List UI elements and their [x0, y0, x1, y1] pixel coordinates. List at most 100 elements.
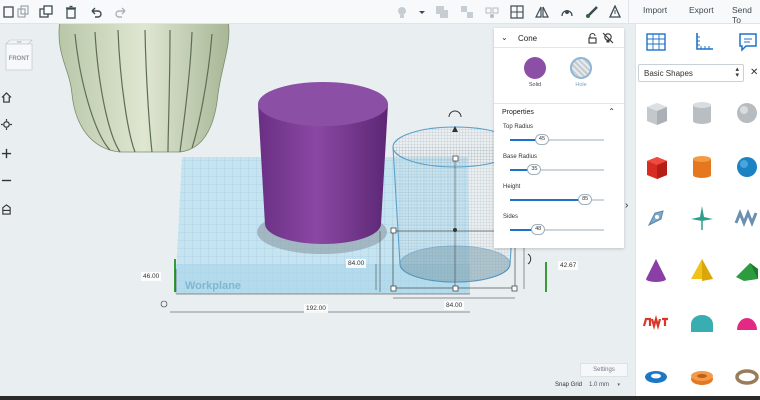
prop-label: Sides	[503, 214, 519, 220]
prop-sides: Sides 48	[494, 212, 624, 242]
slider-value[interactable]: 48	[531, 224, 546, 235]
roof-shape[interactable]	[686, 202, 718, 234]
prop-top-radius: Top Radius 45	[494, 122, 624, 152]
resize-handle[interactable]	[390, 285, 397, 292]
box-shape[interactable]	[640, 150, 672, 182]
slider-value[interactable]: 35	[527, 164, 542, 175]
select-arrows-icon: ▴ ▾	[735, 66, 739, 79]
sphere-hole-shape[interactable]	[731, 96, 760, 128]
dim-cone-height[interactable]: 42.67	[558, 261, 579, 270]
close-icon[interactable]: ✕	[750, 67, 760, 79]
hide-bulb-icon[interactable]	[602, 32, 614, 44]
slider-track[interactable]: 45	[510, 134, 604, 145]
zoom-in-icon[interactable]	[0, 146, 12, 160]
group-icon[interactable]	[433, 3, 451, 21]
trash-icon[interactable]	[62, 3, 80, 21]
chevron-down-icon[interactable]	[413, 3, 431, 21]
export-button[interactable]: Export	[689, 5, 714, 15]
ungroup-icon[interactable]	[458, 3, 476, 21]
home-view-icon[interactable]	[0, 90, 12, 104]
toolbar-divider	[628, 0, 629, 24]
align-icon[interactable]	[483, 3, 501, 21]
ring-shape[interactable]	[731, 360, 760, 392]
view-cube[interactable]: TOP FRONT	[2, 38, 34, 76]
text-3d-shape[interactable]	[640, 307, 672, 339]
notes-icon[interactable]	[606, 3, 624, 21]
align-grid-icon[interactable]	[508, 3, 526, 21]
import-button[interactable]: Import	[643, 5, 667, 15]
dim-inner-width[interactable]: 84.00	[346, 259, 367, 268]
slider-track[interactable]: 85	[510, 194, 604, 205]
duplicate-icon[interactable]	[37, 3, 55, 21]
redo-icon[interactable]	[112, 3, 130, 21]
solid-swatch[interactable]	[524, 57, 546, 79]
send-to-button[interactable]: Send To	[732, 5, 760, 25]
slider-value[interactable]: 85	[578, 194, 593, 205]
dimension-toggle-icon[interactable]	[160, 300, 168, 308]
rotate-handle-icon[interactable]	[448, 110, 462, 118]
dim-height-left[interactable]: 46.00	[141, 272, 162, 281]
slider-track[interactable]: 35	[510, 164, 604, 175]
hole-swatch[interactable]	[570, 57, 592, 79]
solid-hole-toggle: Solid Hole	[494, 48, 624, 104]
snap-grid-select[interactable]: 1.0 mm ▾	[586, 379, 626, 392]
ruler-icon[interactable]	[583, 3, 601, 21]
workplane-mode-icon[interactable]	[644, 30, 668, 54]
chevron-up-icon[interactable]: ⌃	[608, 107, 615, 116]
collapse-chevron-icon[interactable]: ⌄	[501, 33, 508, 42]
properties-section-header[interactable]: Properties ⌃	[494, 104, 624, 122]
pyramid-shape[interactable]	[686, 254, 718, 286]
scribble-shape[interactable]	[640, 202, 672, 234]
text-shape[interactable]	[731, 202, 760, 234]
resize-handle[interactable]	[390, 227, 397, 234]
torus-shape[interactable]	[640, 360, 672, 392]
vase-model[interactable]	[58, 19, 230, 153]
half-cylinder-shape[interactable]	[686, 307, 718, 339]
cone-shape[interactable]	[640, 254, 672, 286]
mirror-icon[interactable]	[533, 3, 551, 21]
lock-icon[interactable]	[586, 32, 598, 44]
center-handle[interactable]	[453, 228, 457, 232]
slider-track[interactable]: 48	[510, 224, 604, 235]
cylinder-shape[interactable]	[686, 150, 718, 182]
dim-cone-width[interactable]: 84.00	[444, 301, 465, 310]
lightbulb-icon[interactable]	[393, 3, 411, 21]
prop-label: Base Radius	[503, 154, 538, 160]
ruler-mode-icon[interactable]	[692, 30, 716, 54]
shape-category-select[interactable]: Basic Shapes ▴ ▾	[638, 64, 744, 82]
shape-inspector: ⌄ Cone Solid Hole Properties ⌃ Top Radiu…	[494, 28, 624, 248]
notes-mode-icon[interactable]	[736, 30, 760, 54]
tube-shape[interactable]	[686, 360, 718, 392]
viewcube-top-label: TOP	[16, 41, 21, 44]
settings-button[interactable]: Settings	[580, 363, 628, 377]
resize-handle[interactable]	[452, 285, 459, 292]
sphere-shape[interactable]	[731, 150, 760, 182]
undo-icon[interactable]	[87, 3, 105, 21]
property-fields: Top Radius 45 Base Radius 35 Height 85 S…	[494, 122, 624, 242]
viewcube-front-label: FRONT	[9, 56, 30, 62]
snap-grid-value: 1.0 mm	[589, 382, 610, 388]
paraboloid-shape[interactable]	[731, 307, 760, 339]
zoom-out-icon[interactable]	[0, 173, 12, 187]
prop-label: Height	[503, 184, 521, 190]
box-hole-shape[interactable]	[640, 96, 672, 128]
slider-value[interactable]: 45	[534, 134, 549, 145]
fit-view-icon[interactable]	[0, 117, 12, 131]
height-handle[interactable]	[452, 155, 459, 162]
dim-total-length[interactable]: 192.00	[304, 304, 328, 313]
copy-icon[interactable]	[14, 3, 32, 21]
rotate-handle-icon[interactable]	[527, 253, 532, 265]
panel-collapse-chevron-icon[interactable]: ›	[625, 200, 628, 211]
resize-handle[interactable]	[511, 285, 518, 292]
cylinder-hole-shape[interactable]	[686, 96, 718, 128]
shape-name: Cone	[518, 34, 538, 43]
prop-label: Top Radius	[503, 124, 534, 130]
shapes-panel: Basic Shapes ▴ ▾ ✕	[635, 24, 760, 400]
perspective-icon[interactable]	[0, 202, 12, 216]
prop-base-radius: Base Radius 35	[494, 152, 624, 182]
cruise-icon[interactable]	[558, 3, 576, 21]
wedge-shape[interactable]	[731, 254, 760, 286]
purple-cylinder[interactable]	[258, 82, 388, 244]
properties-title: Properties	[502, 109, 534, 116]
inspector-header: ⌄ Cone	[494, 28, 624, 48]
